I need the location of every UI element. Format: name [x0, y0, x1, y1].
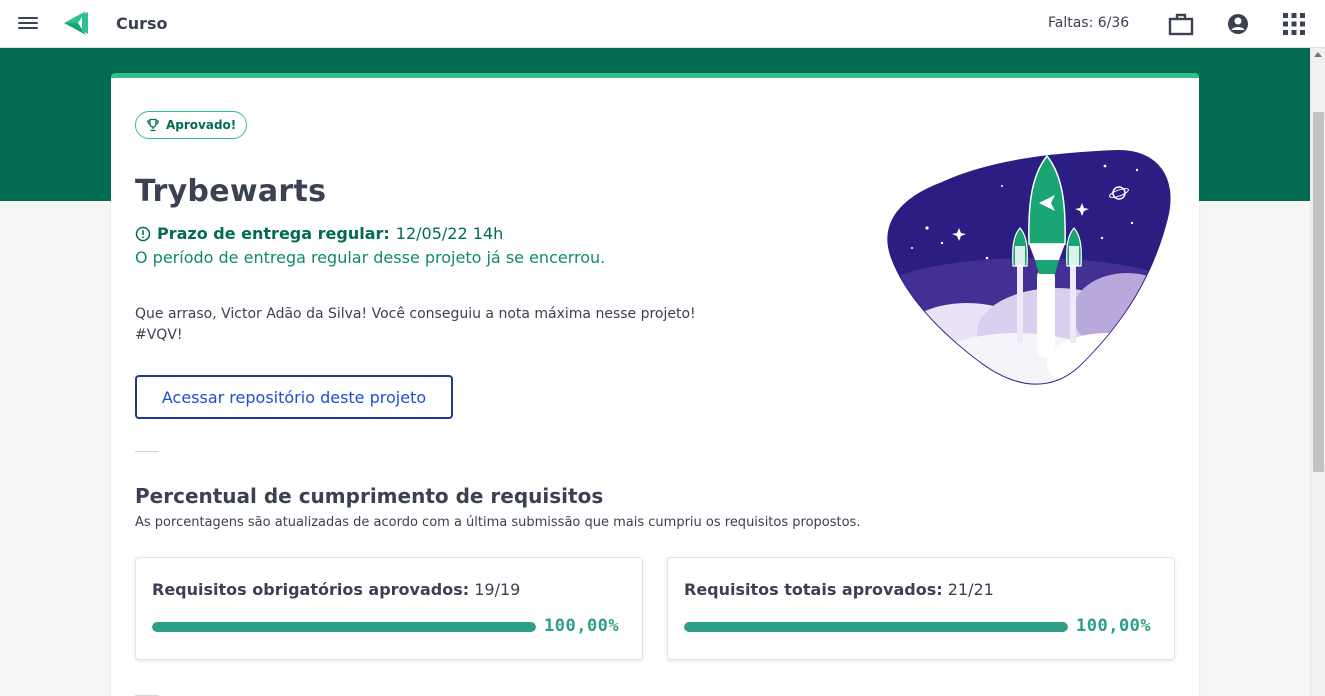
course-link[interactable]: Curso: [116, 14, 168, 33]
project-card: Aprovado! Trybewarts Prazo de entrega re…: [111, 73, 1199, 696]
apps-grid-icon[interactable]: [1281, 11, 1307, 37]
req-value: 21/21: [947, 580, 994, 599]
grade-message: Que arraso, Victor Adão da Silva! Você c…: [135, 304, 696, 346]
progress-fill: [152, 622, 536, 632]
grade-message-line: Que arraso, Victor Adão da Silva! Você c…: [135, 306, 696, 322]
alert-circle-icon: [135, 226, 151, 241]
req-label-text: Requisitos obrigatórios aprovados:: [152, 580, 470, 599]
progress-bar: [684, 622, 1068, 632]
briefcase-icon[interactable]: [1168, 11, 1194, 37]
access-repository-button[interactable]: Acessar repositório deste projeto: [135, 375, 453, 419]
divider: [135, 451, 159, 452]
project-title: Trybewarts: [135, 174, 327, 209]
progress-bar: [152, 622, 536, 632]
scroll-thumb[interactable]: [1313, 112, 1324, 472]
deadline-value: 12/05/22 14h: [395, 224, 504, 243]
mandatory-requirements-label: Requisitos obrigatórios aprovados: 19/19: [152, 580, 520, 599]
absences-counter: Faltas: 6/36: [1048, 15, 1130, 31]
deadline-label: Prazo de entrega regular:: [157, 224, 390, 243]
deadline-closed-message: O período de entrega regular desse proje…: [135, 248, 606, 267]
scroll-up-arrow-icon[interactable]: [1314, 52, 1322, 57]
deadline-row: Prazo de entrega regular: 12/05/22 14h: [135, 224, 503, 243]
trybe-logo-icon[interactable]: [62, 9, 90, 37]
account-circle-icon[interactable]: [1225, 11, 1251, 37]
approved-badge: Aprovado!: [135, 111, 248, 139]
progress-percent: 100,00%: [1076, 616, 1152, 636]
requirements-section-title: Percentual de cumprimento de requisitos: [135, 484, 604, 508]
mandatory-requirements-card: Requisitos obrigatórios aprovados: 19/19…: [135, 557, 643, 660]
progress-percent: 100,00%: [544, 616, 620, 636]
req-label-text: Requisitos totais aprovados:: [684, 580, 943, 599]
grade-message-tag: #VQV!: [135, 327, 183, 343]
req-value: 19/19: [474, 580, 521, 599]
total-requirements-label: Requisitos totais aprovados: 21/21: [684, 580, 994, 599]
trophy-icon: [147, 118, 159, 132]
rocket-launch-illustration: [887, 149, 1171, 385]
menu-icon[interactable]: [18, 14, 38, 32]
approved-badge-label: Aprovado!: [166, 118, 237, 132]
top-app-bar: Curso Faltas: 6/36: [0, 0, 1325, 48]
page-scrollbar[interactable]: [1310, 48, 1325, 696]
total-requirements-card: Requisitos totais aprovados: 21/21 100,0…: [667, 557, 1175, 660]
progress-fill: [684, 622, 1068, 632]
requirements-section-subtitle: As porcentagens são atualizadas de acord…: [135, 515, 861, 530]
